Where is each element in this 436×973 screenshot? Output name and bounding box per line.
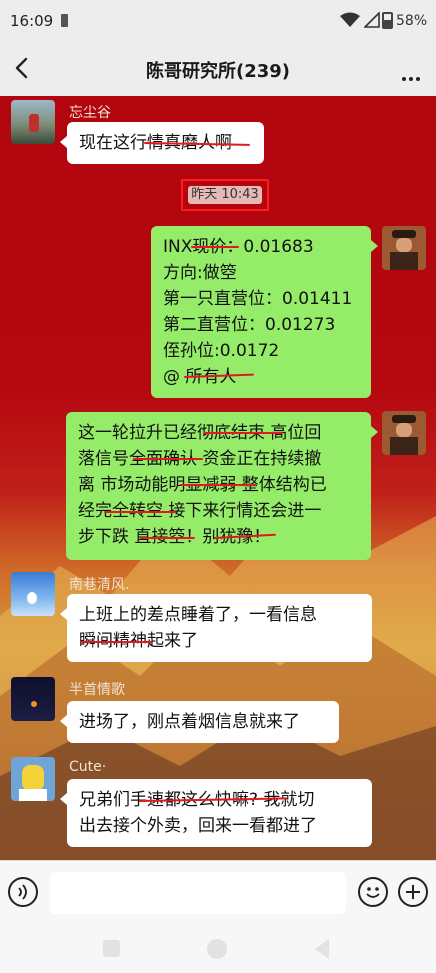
message-text: 出去接个外卖，回来一看都进了	[79, 816, 317, 836]
input-bar	[0, 860, 436, 926]
emoji-icon[interactable]	[358, 877, 388, 907]
sender-name: 半首情歌	[69, 682, 125, 698]
message-bubble[interactable]: INX现价：0.01683 方向:做箜 第一只直营位：0.01411 第二直营位…	[151, 226, 378, 398]
strikethrough-mark	[104, 511, 176, 513]
strikethrough-mark	[191, 246, 239, 248]
back-icon[interactable]	[315, 939, 329, 959]
message-text: 侄孙位:0.0172	[163, 341, 280, 361]
chat-header: 陈哥研究所(239)	[0, 40, 436, 96]
message-text: 上班上的差点睡着了，一看信息	[79, 605, 317, 625]
avatar[interactable]	[11, 572, 55, 616]
avatar[interactable]	[11, 100, 55, 144]
status-time: 16:09	[10, 12, 54, 30]
strikethrough-mark	[203, 432, 283, 434]
more-icon[interactable]	[402, 66, 423, 85]
home-icon[interactable]	[207, 939, 227, 959]
sim-card-icon	[61, 14, 68, 27]
avatar[interactable]	[11, 677, 55, 721]
plus-icon[interactable]	[398, 877, 428, 907]
strikethrough-mark	[133, 458, 203, 460]
battery-icon	[382, 12, 393, 29]
message-bubble[interactable]: 进场了，刚点着烟信息就来了	[60, 701, 339, 743]
strikethrough-mark	[140, 537, 195, 539]
message-text: 第二直营位：0.01273	[163, 315, 336, 335]
avatar[interactable]	[382, 226, 426, 270]
sender-name: 忘尘谷	[69, 105, 111, 121]
strikethrough-mark	[80, 641, 152, 643]
chat-title: 陈哥研究所(239)	[145, 61, 291, 82]
battery-level: 58%	[396, 13, 428, 29]
sender-name: Cute·	[69, 759, 107, 775]
message-bubble[interactable]: 上班上的差点睡着了，一看信息 瞬间精神起来了	[60, 594, 372, 662]
voice-icon[interactable]	[8, 877, 38, 907]
avatar[interactable]	[382, 411, 426, 455]
signal-icon	[364, 12, 380, 28]
message-input[interactable]	[50, 872, 346, 914]
strikethrough-mark	[180, 484, 256, 486]
message-bubble[interactable]: 兄弟们手速都这么快嘛? 我就切 出去接个外卖，回来一看都进了	[60, 779, 372, 847]
message-text: 进场了，刚点着烟信息就来了	[79, 712, 300, 732]
timestamp: 昨天 10:43	[188, 186, 262, 204]
message-text: 方向:做箜	[163, 263, 237, 283]
system-navigation-bar	[0, 926, 436, 973]
message-text: 第一只直营位：0.01411	[163, 289, 353, 309]
status-bar: 16:09 58%	[0, 0, 436, 40]
message-text: 落信号全面确认 资金正在持续撤	[78, 449, 322, 469]
wifi-icon	[340, 12, 360, 27]
timestamp-highlight: 昨天 10:43	[181, 179, 269, 211]
sender-name: 南巷清风.	[69, 577, 130, 593]
recent-apps-icon[interactable]	[103, 940, 120, 957]
avatar[interactable]	[11, 757, 55, 801]
